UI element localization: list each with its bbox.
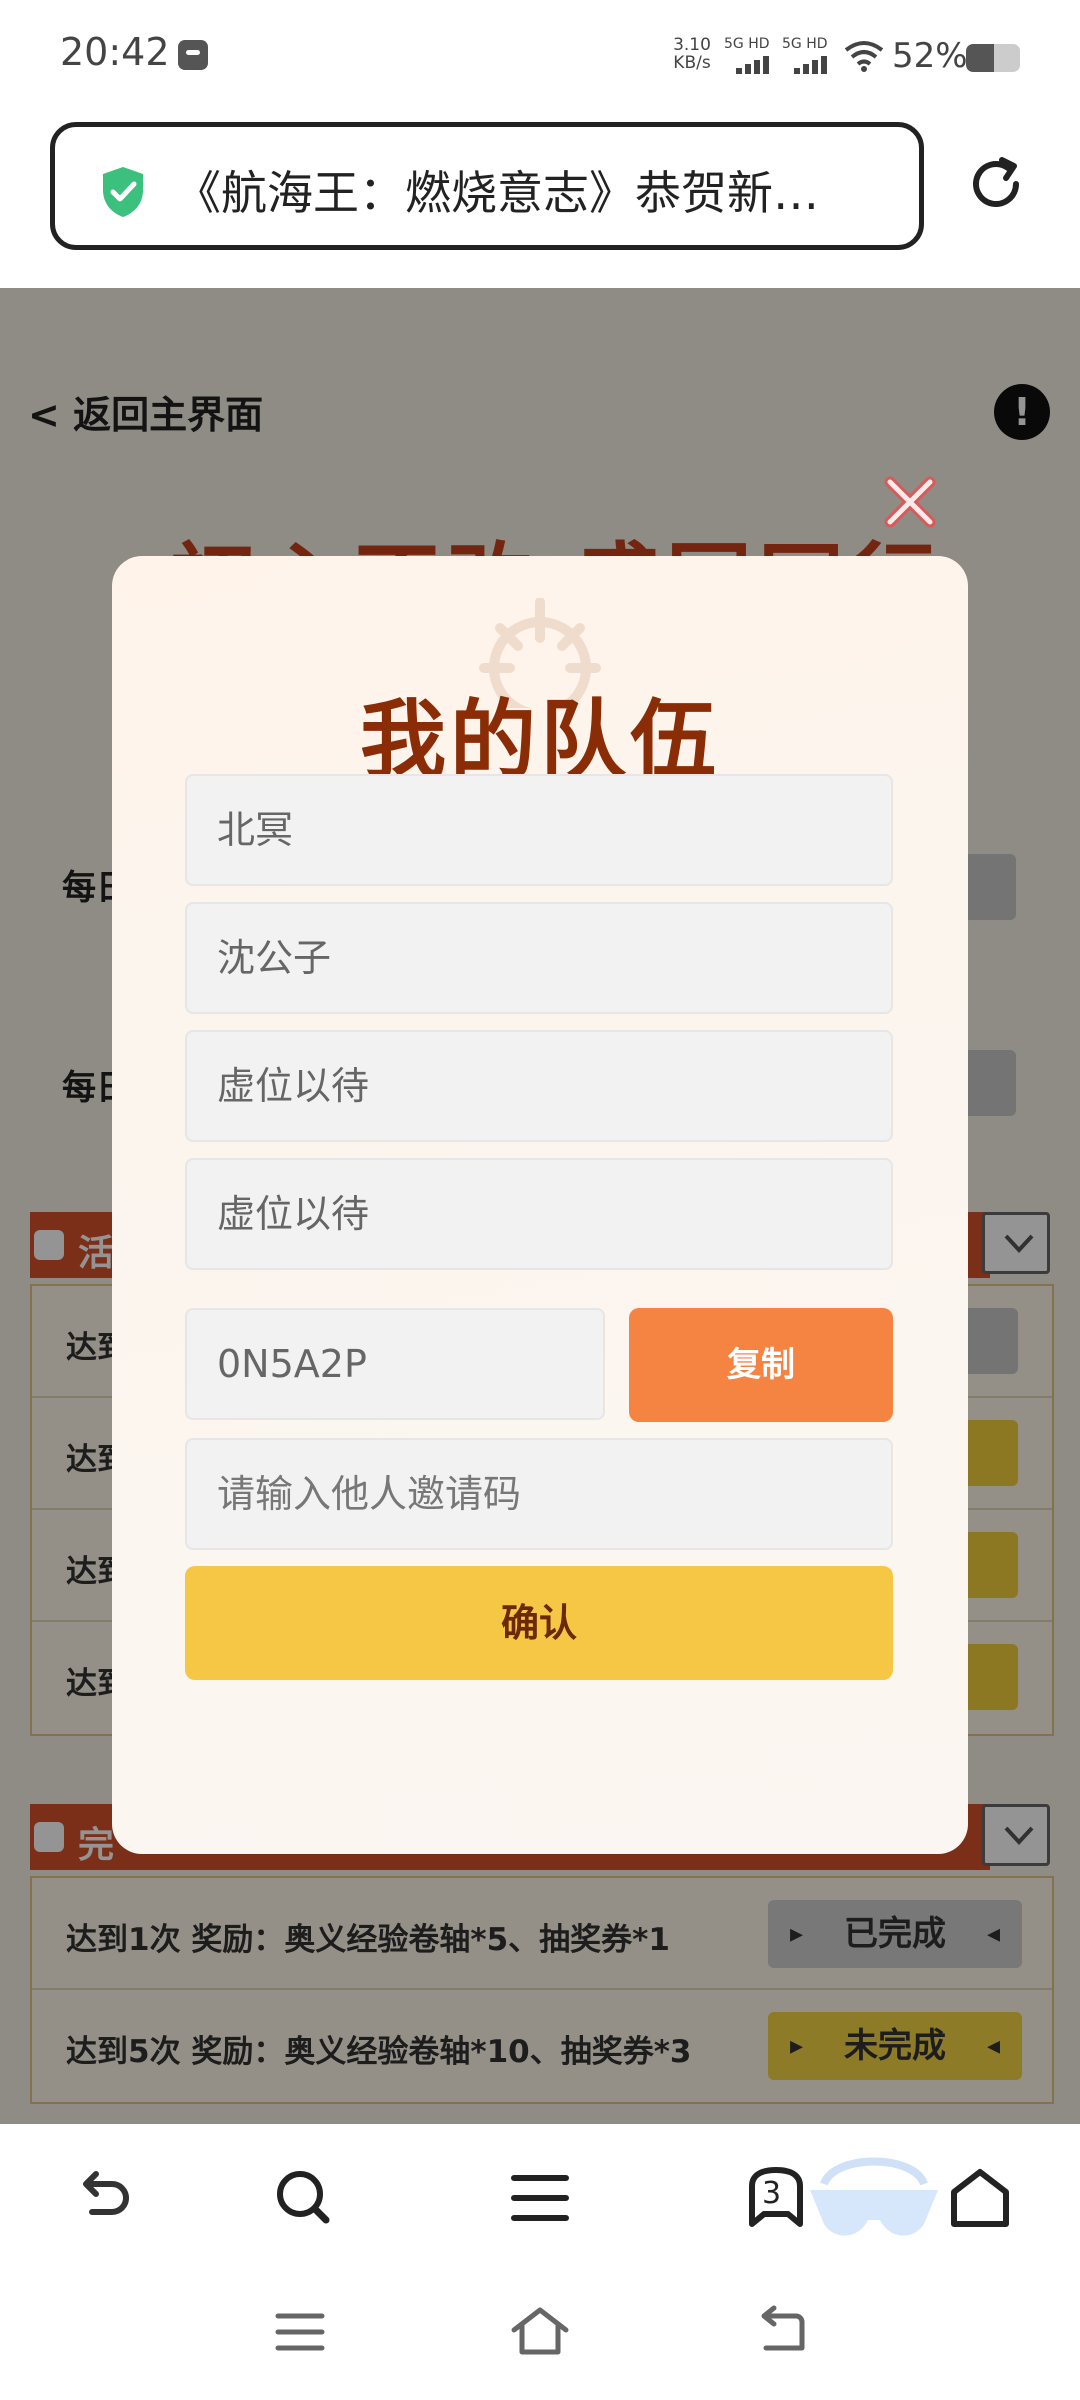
confirm-button[interactable]: 确认 <box>185 1566 893 1680</box>
battery-percent: 52% <box>892 36 968 76</box>
message-notification-icon <box>178 40 208 70</box>
team-member-slot: 虚位以待 <box>185 1158 893 1270</box>
system-back-icon[interactable] <box>752 2302 812 2362</box>
security-shield-icon <box>103 167 143 217</box>
system-home-icon[interactable] <box>510 2302 570 2362</box>
my-team-dialog: 我的队伍 北冥 沈公子 虚位以待 虚位以待 0N5A2P 复制 确认 <box>112 556 968 1854</box>
close-icon[interactable] <box>882 474 938 530</box>
mascot-glasses-icon <box>810 2157 938 2236</box>
copy-button[interactable]: 复制 <box>629 1308 893 1422</box>
back-arrow-icon[interactable] <box>66 2162 138 2234</box>
wifi-icon <box>844 41 884 72</box>
menu-icon[interactable] <box>504 2162 576 2234</box>
network-speed: 3.10 KB/s <box>673 35 711 73</box>
battery-icon <box>966 44 1020 72</box>
tab-count: 3 <box>762 2176 782 2211</box>
page-title: 《航海王：燃烧意志》恭贺新… <box>175 166 819 220</box>
address-bar[interactable]: 《航海王：燃烧意志》恭贺新… <box>50 122 924 250</box>
system-navigation-bar <box>0 2274 1080 2400</box>
refresh-icon[interactable] <box>964 152 1028 216</box>
recent-apps-icon[interactable] <box>270 2302 330 2362</box>
search-icon[interactable] <box>268 2162 340 2234</box>
status-bar: 20:42 3.10 KB/s 5G HD 5G HD 52% <box>0 0 1080 112</box>
team-member-slot: 北冥 <box>185 774 893 886</box>
browser-bottom-bar: 3 <box>0 2124 1080 2274</box>
my-invite-code: 0N5A2P <box>185 1308 605 1420</box>
signal-2-icon: 5G HD <box>782 36 846 76</box>
signal-1-icon: 5G HD <box>724 36 788 76</box>
home-icon[interactable] <box>944 2162 1016 2234</box>
team-member-slot: 沈公子 <box>185 902 893 1014</box>
tabs-button[interactable]: 3 <box>740 2162 812 2234</box>
invite-code-input[interactable] <box>185 1438 893 1550</box>
browser-toolbar: 《航海王：燃烧意志》恭贺新… <box>0 112 1080 288</box>
clock: 20:42 <box>60 30 170 74</box>
team-member-slot: 虚位以待 <box>185 1030 893 1142</box>
